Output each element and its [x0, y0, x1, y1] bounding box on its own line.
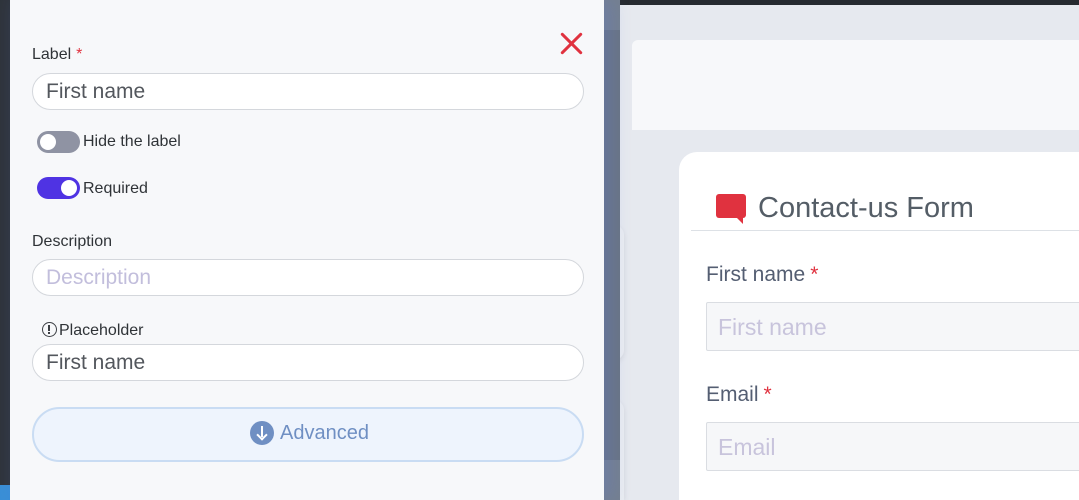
info-icon[interactable] — [42, 322, 57, 337]
left-edge — [0, 0, 10, 485]
close-icon[interactable] — [558, 30, 584, 56]
form-divider — [691, 230, 1079, 231]
form-title: Contact-us Form — [758, 192, 974, 224]
placeholder-field-title: Placeholder — [42, 322, 144, 340]
placeholder-input[interactable]: First name — [32, 344, 584, 381]
form-input-first-name[interactable]: First name — [706, 302, 1079, 351]
form-field-label-email: Email * — [706, 383, 772, 406]
label-field-title: Label * — [32, 46, 83, 63]
canvas-top-strip — [604, 0, 1079, 5]
canvas-header-panel — [632, 40, 1079, 130]
chat-bubble-icon — [716, 193, 748, 224]
form-header: Contact-us Form — [716, 192, 974, 225]
hide-label-toggle[interactable] — [37, 131, 80, 153]
hide-label-toggle-label: Hide the label — [83, 133, 181, 150]
advanced-button[interactable]: Advanced — [32, 407, 584, 462]
required-toggle[interactable] — [37, 177, 80, 199]
description-field-title: Description — [32, 233, 113, 250]
required-toggle-label: Required — [83, 180, 148, 197]
label-input[interactable]: First name — [32, 73, 584, 110]
arrow-down-circle-icon — [250, 421, 274, 445]
description-input[interactable]: Description — [32, 259, 584, 296]
form-input-email[interactable]: Email — [706, 422, 1079, 471]
left-edge-accent — [0, 485, 10, 500]
form-field-label-first-name: First name * — [706, 263, 819, 286]
panel-scrollbar-thumb[interactable] — [604, 30, 620, 460]
field-settings-panel: Label * First name Hide the label Require… — [10, 0, 604, 500]
form-preview-card: Contact-us Form First name * First name E… — [679, 152, 1079, 500]
advanced-button-label: Advanced — [280, 421, 369, 444]
